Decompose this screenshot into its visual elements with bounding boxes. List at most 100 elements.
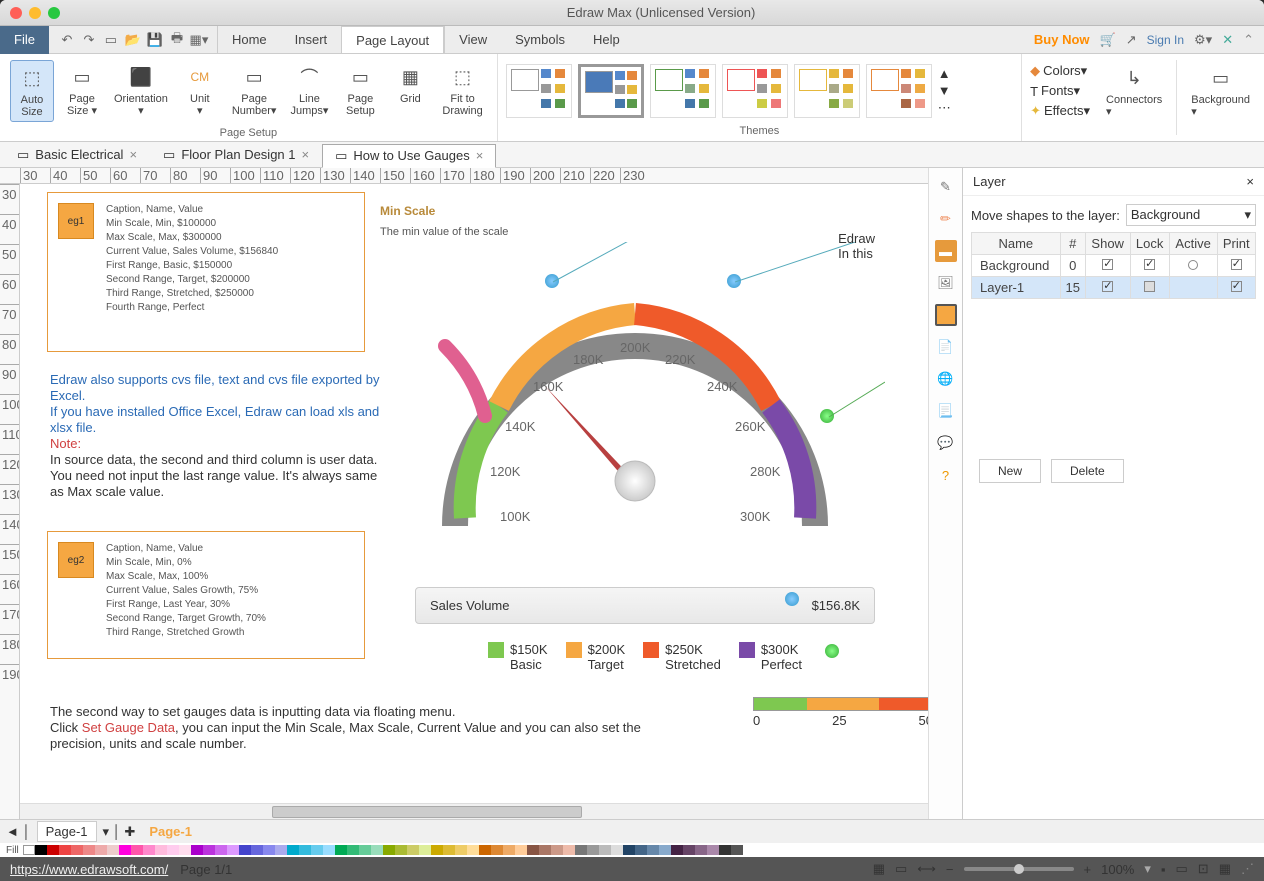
color-swatch[interactable] (635, 845, 647, 855)
status-icon[interactable]: ▪ (1161, 862, 1166, 877)
connectors-button[interactable]: ↳Connectors ▾ (1098, 60, 1170, 135)
color-swatch[interactable] (491, 845, 503, 855)
new-doc-icon[interactable]: ▭ (101, 30, 121, 50)
close-tab-icon[interactable]: × (129, 147, 137, 162)
color-swatch[interactable] (407, 845, 419, 855)
themes-up-icon[interactable]: ▲ (938, 66, 951, 81)
color-swatch[interactable] (191, 845, 203, 855)
format-icon[interactable]: ✎ (935, 176, 957, 198)
delete-layer-button[interactable]: Delete (1051, 459, 1124, 483)
color-swatch[interactable] (443, 845, 455, 855)
color-swatch[interactable] (203, 845, 215, 855)
doc-tab-active[interactable]: ▭How to Use Gauges× (322, 144, 496, 168)
callout-dot-icon[interactable] (785, 592, 799, 606)
tab-help[interactable]: Help (579, 26, 634, 53)
color-swatch[interactable] (107, 845, 119, 855)
color-swatch[interactable] (167, 845, 179, 855)
themes-down-icon[interactable]: ▼ (938, 83, 951, 98)
comment-icon[interactable]: 💬 (935, 432, 957, 454)
tab-view[interactable]: View (445, 26, 501, 53)
color-swatch[interactable] (731, 845, 743, 855)
close-panel-icon[interactable]: × (1246, 174, 1254, 189)
doc-icon[interactable]: 📃 (935, 400, 957, 422)
color-swatch[interactable] (275, 845, 287, 855)
color-swatch[interactable] (455, 845, 467, 855)
redo-button[interactable]: ↷ (79, 30, 99, 50)
app-logo-icon[interactable]: ✕ (1222, 32, 1233, 48)
status-icon[interactable]: ▦ (873, 861, 885, 877)
layer-row[interactable]: Layer-115 (972, 277, 1256, 299)
page-number-button[interactable]: ▭Page Number▾ (228, 60, 281, 122)
theme-thumb[interactable] (506, 64, 572, 118)
zoom-window-icon[interactable] (48, 7, 60, 19)
fill-icon[interactable]: . (935, 304, 957, 326)
buy-now-link[interactable]: Buy Now (1034, 32, 1090, 47)
fit-drawing-button[interactable]: ⬚Fit to Drawing (438, 60, 486, 122)
color-swatch[interactable] (647, 845, 659, 855)
layer-dropdown[interactable]: Background ▾ (1126, 204, 1256, 226)
color-swatch[interactable] (383, 845, 395, 855)
status-url[interactable]: https://www.edrawsoft.com/ (10, 862, 168, 877)
example-box-2[interactable]: eg2 Caption, Name, ValueMin Scale, Min, … (47, 531, 365, 659)
tab-symbols[interactable]: Symbols (501, 26, 579, 53)
close-tab-icon[interactable]: × (302, 147, 310, 162)
color-swatch[interactable] (347, 845, 359, 855)
fit-width-icon[interactable]: ⟷ (917, 861, 936, 877)
color-swatch[interactable] (623, 845, 635, 855)
color-swatch[interactable] (659, 845, 671, 855)
gauge-widget[interactable]: Min Scale The min value of the scale 100… (415, 204, 875, 672)
color-swatch[interactable] (695, 845, 707, 855)
colors-button[interactable]: ◆Colors▾ (1030, 62, 1090, 80)
canvas[interactable]: eg1 Caption, Name, ValueMin Scale, Min, … (20, 184, 928, 819)
resize-grip-icon[interactable]: ⋰ (1241, 861, 1254, 877)
unit-button[interactable]: CMUnit ▾ (178, 60, 222, 122)
file-menu[interactable]: File (0, 26, 49, 54)
minimize-window-icon[interactable] (29, 7, 41, 19)
theme-thumb-selected[interactable] (578, 64, 644, 118)
image-icon[interactable]: 🖼 (935, 272, 957, 294)
pencil-icon[interactable]: ✏ (935, 208, 957, 230)
status-icon[interactable]: ▭ (895, 861, 907, 877)
new-layer-button[interactable]: New (979, 459, 1041, 483)
page-size-button[interactable]: ▭Page Size ▾ (60, 60, 104, 122)
color-swatch[interactable] (47, 845, 59, 855)
color-swatch[interactable] (479, 845, 491, 855)
callout-dot-icon[interactable] (825, 644, 839, 658)
collapse-ribbon-icon[interactable]: ⌃ (1243, 32, 1254, 48)
tab-home[interactable]: Home (218, 26, 281, 53)
color-swatch[interactable] (575, 845, 587, 855)
status-icon[interactable]: ⊡ (1198, 861, 1209, 877)
fonts-button[interactable]: TFonts▾ (1030, 82, 1090, 100)
color-swatch[interactable] (251, 845, 263, 855)
zoom-slider[interactable] (964, 867, 1074, 871)
print-icon[interactable]: 🖶 (167, 30, 187, 50)
color-swatch[interactable] (23, 845, 35, 855)
color-swatch[interactable] (119, 845, 131, 855)
cart-icon[interactable]: 🛒 (1100, 32, 1116, 48)
color-swatch[interactable] (467, 845, 479, 855)
color-swatch[interactable] (239, 845, 251, 855)
color-swatch[interactable] (539, 845, 551, 855)
background-button[interactable]: ▭Background ▾ (1176, 60, 1258, 135)
callout-dot-icon[interactable] (545, 274, 559, 288)
example-box-1[interactable]: eg1 Caption, Name, ValueMin Scale, Min, … (47, 192, 365, 352)
share-icon[interactable]: ↗ (1126, 32, 1137, 48)
callout-dot-icon[interactable] (820, 409, 834, 423)
doc-tab[interactable]: ▭Basic Electrical× (4, 143, 150, 167)
zoom-value[interactable]: 100% (1101, 862, 1134, 877)
color-swatch[interactable] (515, 845, 527, 855)
color-swatch[interactable] (311, 845, 323, 855)
color-swatch[interactable] (335, 845, 347, 855)
doc-tab[interactable]: ▭Floor Plan Design 1× (150, 143, 322, 167)
page-more-icon[interactable]: ▾ │ ✚ (103, 824, 136, 840)
color-swatch[interactable] (71, 845, 83, 855)
zoom-in-icon[interactable]: + (1084, 862, 1092, 877)
color-swatch[interactable] (323, 845, 335, 855)
color-swatch[interactable] (395, 845, 407, 855)
color-swatch[interactable] (527, 845, 539, 855)
save-icon[interactable]: 💾 (145, 30, 165, 50)
color-swatch[interactable] (707, 845, 719, 855)
color-swatch[interactable] (95, 845, 107, 855)
color-swatch[interactable] (263, 845, 275, 855)
page-setup-button[interactable]: ▭Page Setup (338, 60, 382, 122)
